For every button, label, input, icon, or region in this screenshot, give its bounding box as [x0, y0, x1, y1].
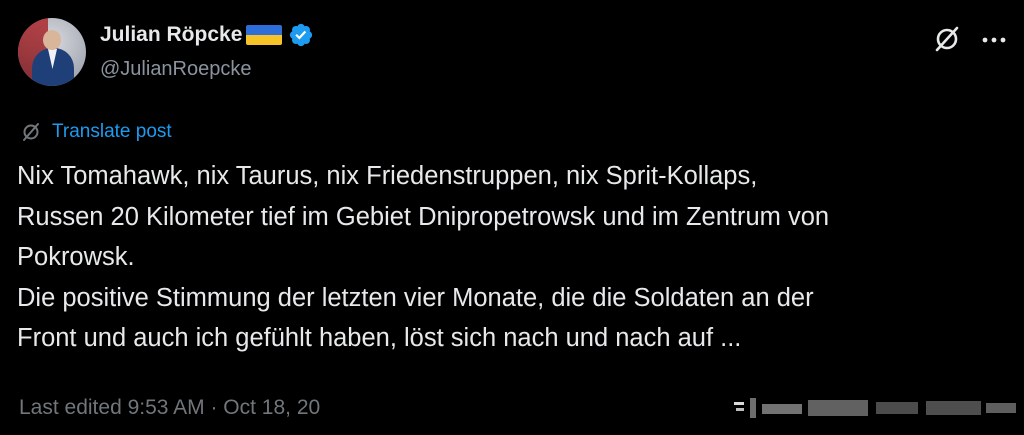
post-timestamp[interactable]: Last edited 9:53 AM · Oct 18, 20	[19, 396, 320, 420]
translate-icon	[23, 123, 39, 141]
verified-badge-icon[interactable]	[288, 22, 314, 48]
author-name-row: Julian Röpcke	[100, 22, 314, 48]
avatar[interactable]	[18, 18, 86, 86]
ukraine-flag-icon	[246, 25, 283, 45]
post-text: Nix Tomahawk, nix Taurus, nix Friedenstr…	[17, 156, 1017, 359]
author-display-name[interactable]: Julian Röpcke	[100, 23, 242, 47]
post-text-line: Die positive Stimmung der letzten vier M…	[17, 283, 814, 312]
grok-icon[interactable]	[932, 24, 962, 54]
post-text-line: Russen 20 Kilometer tief im Gebiet Dnipr…	[17, 202, 830, 231]
more-icon[interactable]	[981, 36, 1007, 44]
author-handle[interactable]: @JulianRoepcke	[100, 58, 252, 81]
redaction-noise	[734, 398, 1016, 418]
post-text-line: Nix Tomahawk, nix Taurus, nix Friedenstr…	[17, 162, 758, 190]
post-text-line: Front und auch ich gefühlt haben, löst s…	[17, 324, 742, 352]
translate-post-link[interactable]: Translate post	[20, 121, 172, 143]
translate-post-label[interactable]: Translate post	[52, 121, 172, 143]
tweet-card: Julian Röpcke @JulianRoepcke Translate p…	[0, 0, 1024, 435]
post-text-line: Pokrowsk.	[17, 243, 135, 271]
